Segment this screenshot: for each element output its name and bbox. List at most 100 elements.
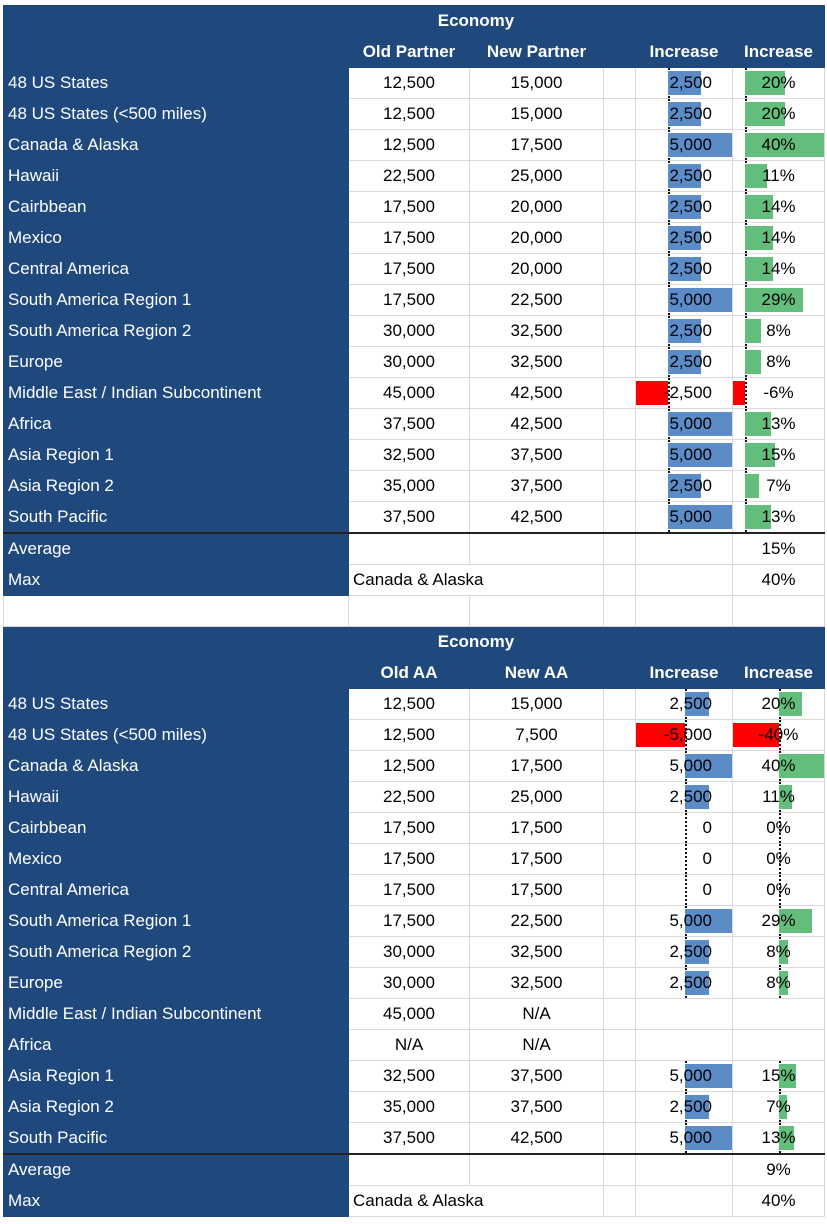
percent-increase-cell[interactable]: 7% <box>732 1091 825 1123</box>
old-value-cell[interactable]: 32,500 <box>348 439 470 471</box>
column-header[interactable]: Increase <box>635 36 733 68</box>
increase-cell[interactable]: 2,500 <box>635 253 733 285</box>
region-label[interactable]: 48 US States <box>3 67 349 99</box>
region-label[interactable]: Europe <box>3 967 349 999</box>
increase-cell[interactable]: 5,000 <box>635 129 733 161</box>
max-label[interactable]: Max <box>3 564 349 596</box>
old-value-cell[interactable]: 45,000 <box>348 998 470 1030</box>
new-value-cell[interactable]: 32,500 <box>469 315 604 347</box>
increase-cell[interactable]: 5,000 <box>635 439 733 471</box>
old-value-cell[interactable]: 35,000 <box>348 470 470 502</box>
region-label[interactable]: South America Region 2 <box>3 315 349 347</box>
new-value-cell[interactable]: 37,500 <box>469 1091 604 1123</box>
percent-increase-cell[interactable]: 15% <box>732 439 825 471</box>
column-header[interactable]: Increase <box>732 657 825 689</box>
region-label[interactable]: Asia Region 2 <box>3 470 349 502</box>
empty-cell[interactable] <box>635 532 733 565</box>
region-label[interactable]: Hawaii <box>3 781 349 813</box>
percent-increase-cell[interactable]: 14% <box>732 191 825 223</box>
label-header-cell[interactable] <box>3 626 349 658</box>
region-label[interactable]: South America Region 2 <box>3 936 349 968</box>
percent-increase-cell[interactable]: 13% <box>732 1122 825 1155</box>
empty-cell[interactable] <box>348 595 470 627</box>
empty-cell[interactable] <box>603 222 636 254</box>
old-value-cell[interactable]: 17,500 <box>348 843 470 875</box>
empty-cell[interactable] <box>348 532 470 565</box>
old-value-cell[interactable]: 17,500 <box>348 812 470 844</box>
column-header[interactable] <box>603 657 636 689</box>
old-value-cell[interactable]: 35,000 <box>348 1091 470 1123</box>
old-value-cell[interactable]: 17,500 <box>348 191 470 223</box>
new-value-cell[interactable]: 20,000 <box>469 222 604 254</box>
percent-increase-cell[interactable]: 0% <box>732 812 825 844</box>
increase-cell[interactable]: 2,500 <box>635 160 733 192</box>
empty-cell[interactable] <box>635 564 733 596</box>
new-value-cell[interactable]: 25,000 <box>469 160 604 192</box>
max-region[interactable]: Canada & Alaska <box>348 1185 604 1217</box>
percent-increase-cell[interactable]: 14% <box>732 253 825 285</box>
percent-increase-cell[interactable]: 15% <box>732 1060 825 1092</box>
new-value-cell[interactable]: 37,500 <box>469 1060 604 1092</box>
increase-cell[interactable]: 5,000 <box>635 1060 733 1092</box>
increase-cell[interactable] <box>635 1029 733 1061</box>
percent-increase-cell[interactable]: 20% <box>732 688 825 720</box>
old-value-cell[interactable]: 30,000 <box>348 936 470 968</box>
old-value-cell[interactable]: 45,000 <box>348 377 470 409</box>
percent-increase-cell[interactable]: 20% <box>732 98 825 130</box>
region-label[interactable]: Cairbbean <box>3 191 349 223</box>
old-value-cell[interactable]: 17,500 <box>348 253 470 285</box>
header-cell[interactable] <box>635 5 733 37</box>
old-value-cell[interactable]: 12,500 <box>348 688 470 720</box>
old-value-cell[interactable]: 37,500 <box>348 501 470 534</box>
old-value-cell[interactable]: 22,500 <box>348 160 470 192</box>
old-value-cell[interactable]: 37,500 <box>348 408 470 440</box>
header-cell[interactable] <box>732 5 825 37</box>
increase-cell[interactable]: 2,500 <box>635 936 733 968</box>
percent-increase-cell[interactable]: 29% <box>732 284 825 316</box>
region-label[interactable]: South Pacific <box>3 501 349 534</box>
new-value-cell[interactable]: 42,500 <box>469 377 604 409</box>
new-value-cell[interactable]: 37,500 <box>469 470 604 502</box>
empty-cell[interactable] <box>603 812 636 844</box>
empty-cell[interactable] <box>603 1185 636 1217</box>
percent-increase-cell[interactable] <box>732 1029 825 1061</box>
empty-cell[interactable] <box>603 1153 636 1186</box>
empty-cell[interactable] <box>603 1122 636 1155</box>
new-value-cell[interactable]: 15,000 <box>469 67 604 99</box>
percent-increase-cell[interactable]: 8% <box>732 315 825 347</box>
empty-cell[interactable] <box>603 688 636 720</box>
new-value-cell[interactable]: 22,500 <box>469 905 604 937</box>
header-cell[interactable] <box>732 626 825 658</box>
new-value-cell[interactable]: 17,500 <box>469 750 604 782</box>
average-label[interactable]: Average <box>3 1153 349 1186</box>
percent-increase-cell[interactable]: 11% <box>732 781 825 813</box>
old-value-cell[interactable]: 12,500 <box>348 67 470 99</box>
empty-cell[interactable] <box>469 532 604 565</box>
region-label[interactable]: 48 US States (<500 miles) <box>3 98 349 130</box>
increase-cell[interactable]: -2,500 <box>635 377 733 409</box>
empty-cell[interactable] <box>603 253 636 285</box>
new-value-cell[interactable]: 42,500 <box>469 501 604 534</box>
region-label[interactable]: Central America <box>3 253 349 285</box>
empty-cell[interactable] <box>603 1029 636 1061</box>
empty-cell[interactable] <box>603 874 636 906</box>
empty-cell[interactable] <box>603 470 636 502</box>
region-label[interactable]: Africa <box>3 408 349 440</box>
increase-cell[interactable]: 0 <box>635 874 733 906</box>
empty-cell[interactable] <box>635 595 733 627</box>
old-value-cell[interactable]: 17,500 <box>348 222 470 254</box>
new-value-cell[interactable]: N/A <box>469 1029 604 1061</box>
empty-cell[interactable] <box>603 408 636 440</box>
old-value-cell[interactable]: 12,500 <box>348 750 470 782</box>
region-label[interactable]: Canada & Alaska <box>3 750 349 782</box>
new-value-cell[interactable]: 22,500 <box>469 284 604 316</box>
region-label[interactable]: Europe <box>3 346 349 378</box>
column-header[interactable]: Increase <box>732 36 825 68</box>
increase-cell[interactable]: 0 <box>635 843 733 875</box>
increase-cell[interactable]: 2,500 <box>635 688 733 720</box>
max-label[interactable]: Max <box>3 1185 349 1217</box>
new-value-cell[interactable]: 7,500 <box>469 719 604 751</box>
region-label[interactable]: 48 US States (<500 miles) <box>3 719 349 751</box>
empty-cell[interactable] <box>603 750 636 782</box>
percent-increase-cell[interactable]: -6% <box>732 377 825 409</box>
